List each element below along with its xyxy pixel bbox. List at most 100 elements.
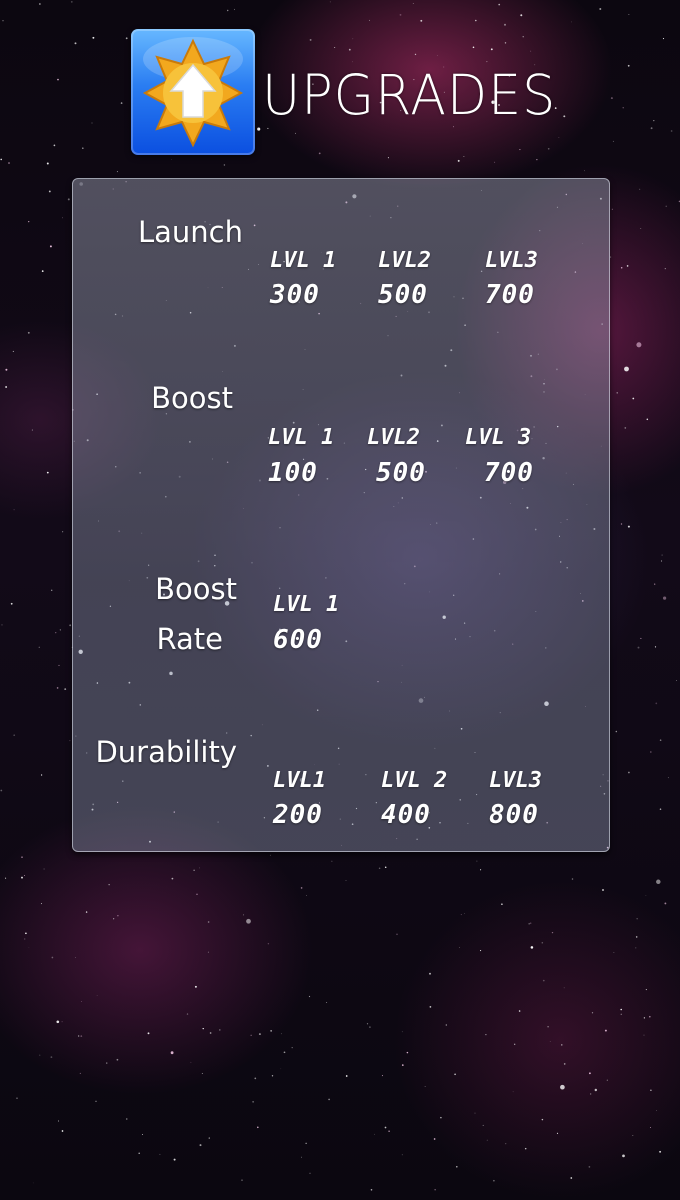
star <box>209 1032 212 1034</box>
star <box>283 1051 286 1054</box>
launch-level-3-label[interactable]: LVL3 <box>485 249 538 273</box>
star <box>570 1177 573 1179</box>
star <box>563 1063 566 1065</box>
star <box>56 1020 60 1024</box>
star <box>476 860 478 862</box>
star <box>480 950 482 952</box>
star <box>520 14 523 17</box>
star <box>207 951 209 953</box>
boost-rate-level-1-label[interactable]: LVL 1 <box>273 593 339 617</box>
star <box>64 688 67 691</box>
star <box>528 923 530 925</box>
durability-level-3-label[interactable]: LVL3 <box>489 769 542 793</box>
durability-level-1-cost[interactable]: 200 <box>273 801 323 829</box>
star <box>271 1075 274 1077</box>
star <box>656 879 661 885</box>
star <box>485 1033 487 1036</box>
star <box>2 20 4 22</box>
star <box>498 3 501 6</box>
star <box>334 47 336 49</box>
star <box>454 1073 456 1076</box>
star <box>61 1130 64 1132</box>
star <box>1 624 3 626</box>
star <box>246 918 251 924</box>
star <box>664 268 666 270</box>
star <box>257 1126 259 1129</box>
star <box>32 1182 34 1184</box>
star <box>571 21 572 23</box>
upgrades-panel: Launch LVL 1 300 LVL2 500 LVL3 700 Boost… <box>72 178 610 852</box>
star <box>280 1033 282 1035</box>
star <box>31 429 33 431</box>
star <box>514 1043 516 1045</box>
star <box>649 751 652 753</box>
boost-level-2-label[interactable]: LVL2 <box>367 426 420 450</box>
boost-level-1-cost[interactable]: 100 <box>268 459 318 487</box>
boost-level-3-cost[interactable]: 700 <box>484 459 534 487</box>
star <box>622 1154 625 1158</box>
launch-level-3-cost[interactable]: 700 <box>485 281 535 309</box>
durability-level-2-label[interactable]: LVL 2 <box>381 769 447 793</box>
star <box>590 1093 592 1095</box>
star <box>331 860 333 862</box>
star <box>388 1130 390 1133</box>
star <box>43 868 45 870</box>
star <box>649 1126 652 1129</box>
star <box>5 368 8 371</box>
launch-level-2-cost[interactable]: 500 <box>378 281 428 309</box>
star <box>62 531 64 533</box>
star <box>28 947 30 948</box>
star <box>40 903 42 905</box>
star <box>649 1015 651 1018</box>
upgrade-name-boost: Boost <box>151 381 233 415</box>
star <box>373 1133 375 1135</box>
star <box>628 14 630 15</box>
durability-level-3-cost[interactable]: 800 <box>489 801 539 829</box>
star <box>370 1189 373 1191</box>
star <box>504 42 507 44</box>
star <box>536 159 538 161</box>
boost-rate-level-1-cost[interactable]: 600 <box>273 626 323 654</box>
star <box>38 646 40 648</box>
star <box>628 771 630 774</box>
star <box>659 1150 662 1153</box>
star <box>656 1110 657 1111</box>
star <box>186 1013 189 1015</box>
boost-level-2-cost[interactable]: 500 <box>376 459 426 487</box>
star <box>494 161 496 163</box>
star <box>549 1041 551 1042</box>
launch-level-2-label[interactable]: LVL2 <box>378 249 431 273</box>
star <box>604 1029 607 1032</box>
boost-level-1-label[interactable]: LVL 1 <box>268 426 334 450</box>
star <box>512 1091 514 1093</box>
upgrade-name-boost-rate: Boost Rate <box>155 574 237 654</box>
star <box>50 1056 53 1058</box>
star <box>49 245 52 248</box>
star <box>270 1030 272 1032</box>
launch-level-1-label[interactable]: LVL 1 <box>270 249 336 273</box>
star <box>591 1012 594 1014</box>
star <box>0 158 2 161</box>
star <box>482 1124 484 1126</box>
star <box>190 1061 192 1063</box>
star <box>352 38 354 40</box>
star <box>635 936 638 938</box>
star <box>69 624 72 627</box>
star <box>5 386 7 388</box>
durability-level-1-label[interactable]: LVL1 <box>273 769 326 793</box>
launch-level-1-cost[interactable]: 300 <box>270 281 320 309</box>
star <box>505 1142 507 1145</box>
star <box>667 777 669 779</box>
star <box>348 48 351 51</box>
star <box>378 867 381 870</box>
star <box>563 987 565 989</box>
boost-level-3-label[interactable]: LVL 3 <box>465 426 531 450</box>
star <box>558 137 560 138</box>
star <box>39 1054 41 1056</box>
star <box>490 48 493 51</box>
durability-level-2-cost[interactable]: 400 <box>381 801 431 829</box>
star <box>57 78 59 81</box>
star <box>589 1072 591 1075</box>
star <box>199 1144 202 1147</box>
star <box>624 427 627 429</box>
